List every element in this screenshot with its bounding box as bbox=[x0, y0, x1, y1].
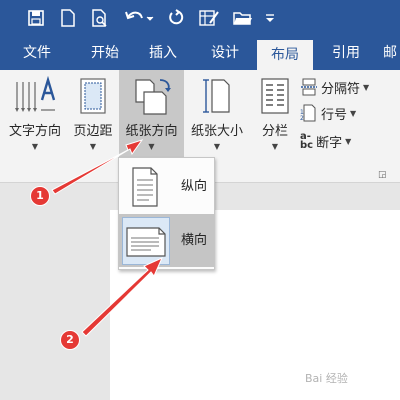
step-badge-1: 1 bbox=[30, 186, 50, 206]
arrow-to-landscape-item bbox=[81, 257, 163, 337]
step-badge-2: 2 bbox=[60, 330, 80, 350]
arrow-to-orientation-button bbox=[51, 139, 144, 195]
watermark: Bai 经验 bbox=[305, 372, 348, 385]
